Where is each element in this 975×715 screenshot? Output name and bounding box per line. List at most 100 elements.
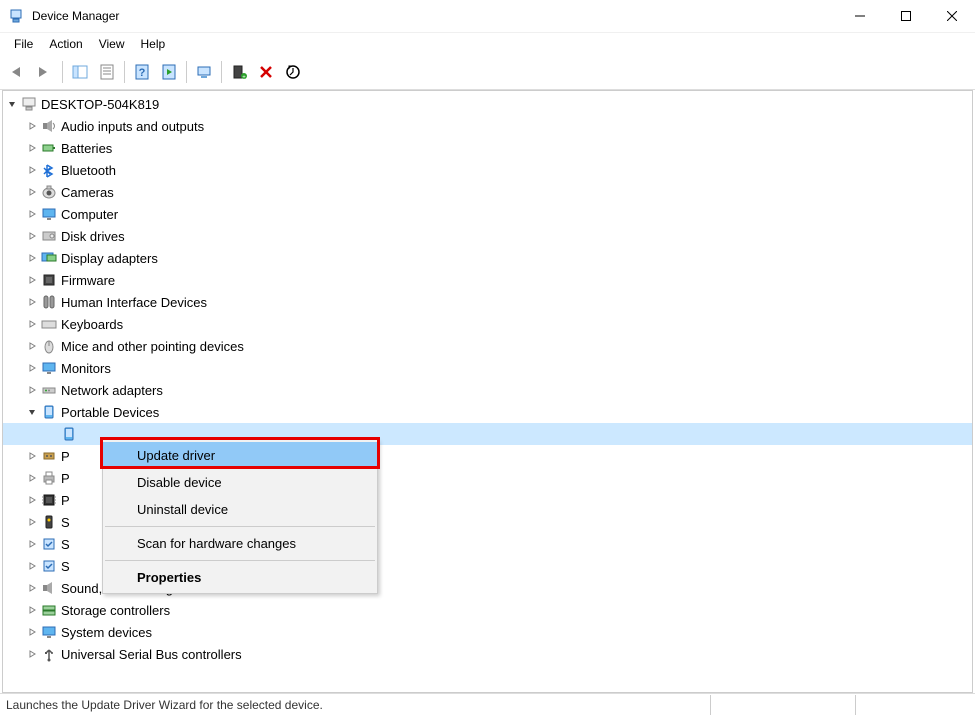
software-icon bbox=[41, 558, 57, 574]
menubar: FileActionViewHelp bbox=[0, 32, 975, 54]
minimize-button[interactable] bbox=[837, 0, 883, 32]
expand-icon[interactable] bbox=[25, 251, 39, 265]
expand-icon[interactable] bbox=[25, 119, 39, 133]
expand-icon[interactable] bbox=[25, 229, 39, 243]
context-item-disable-device[interactable]: Disable device bbox=[103, 469, 377, 496]
expand-icon[interactable] bbox=[25, 471, 39, 485]
show-hide-console-tree-button[interactable] bbox=[68, 60, 92, 84]
category-portable[interactable]: Portable Devices bbox=[3, 401, 972, 423]
expand-icon[interactable] bbox=[25, 317, 39, 331]
chip-icon bbox=[41, 272, 57, 288]
processor-icon bbox=[41, 492, 57, 508]
category-camera[interactable]: Cameras bbox=[3, 181, 972, 203]
category-hid[interactable]: Human Interface Devices bbox=[3, 291, 972, 313]
context-item-properties[interactable]: Properties bbox=[103, 564, 377, 591]
root-node[interactable]: DESKTOP-504K819 bbox=[3, 93, 972, 115]
tree-item-label: P bbox=[61, 471, 70, 486]
properties-button[interactable] bbox=[95, 60, 119, 84]
statusbar-text: Launches the Update Driver Wizard for th… bbox=[4, 698, 325, 712]
software-icon bbox=[41, 536, 57, 552]
expand-icon[interactable] bbox=[25, 515, 39, 529]
tree-item-label: S bbox=[61, 559, 70, 574]
tree-item-label: Universal Serial Bus controllers bbox=[61, 647, 242, 662]
category-network[interactable]: Network adapters bbox=[3, 379, 972, 401]
collapse-icon[interactable] bbox=[5, 97, 19, 111]
expander-blank bbox=[45, 427, 59, 441]
expand-icon[interactable] bbox=[25, 449, 39, 463]
expand-icon[interactable] bbox=[25, 383, 39, 397]
category-monitor[interactable]: Computer bbox=[3, 203, 972, 225]
expand-icon[interactable] bbox=[25, 493, 39, 507]
close-button[interactable] bbox=[929, 0, 975, 32]
menu-view[interactable]: View bbox=[91, 35, 133, 53]
window-title: Device Manager bbox=[32, 9, 837, 23]
menu-action[interactable]: Action bbox=[41, 35, 90, 53]
maximize-button[interactable] bbox=[883, 0, 929, 32]
update-driver-button[interactable] bbox=[281, 60, 305, 84]
tree-item-label: P bbox=[61, 493, 70, 508]
menu-file[interactable]: File bbox=[6, 35, 41, 53]
expand-icon[interactable] bbox=[25, 207, 39, 221]
back-button[interactable] bbox=[6, 60, 30, 84]
context-item-update-driver[interactable]: Update driver bbox=[103, 442, 377, 469]
category-mouse[interactable]: Mice and other pointing devices bbox=[3, 335, 972, 357]
action-button[interactable] bbox=[157, 60, 181, 84]
category-display[interactable]: Display adapters bbox=[3, 247, 972, 269]
category-battery[interactable]: Batteries bbox=[3, 137, 972, 159]
category-monitor[interactable]: Monitors bbox=[3, 357, 972, 379]
expand-icon[interactable] bbox=[25, 141, 39, 155]
add-legacy-hw-button[interactable]: + bbox=[227, 60, 251, 84]
expand-icon[interactable] bbox=[25, 559, 39, 573]
uninstall-button[interactable] bbox=[254, 60, 278, 84]
category-usb[interactable]: Universal Serial Bus controllers bbox=[3, 643, 972, 665]
expand-icon[interactable] bbox=[25, 273, 39, 287]
toolbar-separator bbox=[186, 61, 187, 83]
category-keyboard[interactable]: Keyboards bbox=[3, 313, 972, 335]
tree-item-label: System devices bbox=[61, 625, 152, 640]
category-system[interactable]: System devices bbox=[3, 621, 972, 643]
category-chip[interactable]: Firmware bbox=[3, 269, 972, 291]
category-storage[interactable]: Storage controllers bbox=[3, 599, 972, 621]
tree-item-label: Computer bbox=[61, 207, 118, 222]
portable-icon bbox=[41, 404, 57, 420]
tree-item-label: Monitors bbox=[61, 361, 111, 376]
expand-icon[interactable] bbox=[25, 537, 39, 551]
category-disk[interactable]: Disk drives bbox=[3, 225, 972, 247]
category-speaker[interactable]: Audio inputs and outputs bbox=[3, 115, 972, 137]
monitor-icon bbox=[41, 360, 57, 376]
menu-help[interactable]: Help bbox=[133, 35, 174, 53]
speaker-icon bbox=[41, 118, 57, 134]
category-bluetooth[interactable]: Bluetooth bbox=[3, 159, 972, 181]
hid-icon bbox=[41, 294, 57, 310]
bluetooth-icon bbox=[41, 162, 57, 178]
expand-icon[interactable] bbox=[25, 185, 39, 199]
display-icon bbox=[41, 250, 57, 266]
expand-icon[interactable] bbox=[25, 603, 39, 617]
forward-button[interactable] bbox=[33, 60, 57, 84]
tree-item-label: Bluetooth bbox=[61, 163, 116, 178]
disk-icon bbox=[41, 228, 57, 244]
context-item-uninstall-device[interactable]: Uninstall device bbox=[103, 496, 377, 523]
expand-icon[interactable] bbox=[25, 361, 39, 375]
tree-item-label: Human Interface Devices bbox=[61, 295, 207, 310]
tree-item-label: Firmware bbox=[61, 273, 115, 288]
expand-icon[interactable] bbox=[25, 295, 39, 309]
context-item-scan-for-hardware-changes[interactable]: Scan for hardware changes bbox=[103, 530, 377, 557]
expand-icon[interactable] bbox=[25, 163, 39, 177]
monitor-icon bbox=[41, 206, 57, 222]
app-icon bbox=[8, 8, 24, 24]
svg-text:?: ? bbox=[139, 67, 146, 79]
storage-icon bbox=[41, 602, 57, 618]
portable-icon bbox=[61, 426, 77, 442]
expand-icon[interactable] bbox=[25, 625, 39, 639]
collapse-icon[interactable] bbox=[25, 405, 39, 419]
printer-icon bbox=[41, 470, 57, 486]
scan-hardware-button[interactable] bbox=[192, 60, 216, 84]
tree-item-label: S bbox=[61, 515, 70, 530]
tree-item-label: S bbox=[61, 537, 70, 552]
expand-icon[interactable] bbox=[25, 339, 39, 353]
expand-icon[interactable] bbox=[25, 647, 39, 661]
help-button[interactable]: ? bbox=[130, 60, 154, 84]
expand-icon[interactable] bbox=[25, 581, 39, 595]
device-tree[interactable]: DESKTOP-504K819Audio inputs and outputsB… bbox=[3, 91, 972, 692]
